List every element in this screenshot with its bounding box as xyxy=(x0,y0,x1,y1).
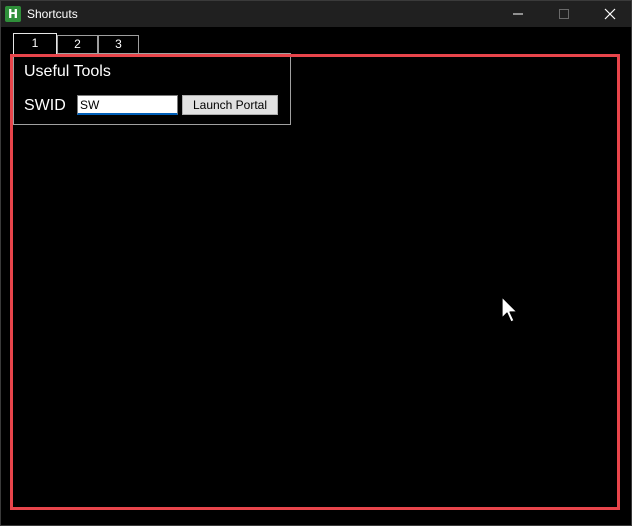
group-title: Useful Tools xyxy=(24,63,111,80)
maximize-button[interactable] xyxy=(541,1,587,27)
window-title: Shortcuts xyxy=(27,7,78,21)
close-button[interactable] xyxy=(587,1,632,27)
app-h-icon: H xyxy=(5,6,21,22)
useful-tools-group: Useful Tools SWID Launch Portal xyxy=(13,53,291,125)
tab-2[interactable]: 2 xyxy=(57,35,98,53)
tab-3[interactable]: 3 xyxy=(98,35,139,53)
launch-portal-button[interactable]: Launch Portal xyxy=(182,95,278,115)
tab-1[interactable]: 1 xyxy=(13,33,57,54)
close-icon xyxy=(604,8,616,20)
minimize-icon xyxy=(513,13,523,15)
client-area: 1 2 3 Useful Tools SWID Launch Portal xyxy=(1,27,631,525)
title-bar[interactable]: H Shortcuts xyxy=(1,1,631,27)
swid-label: SWID xyxy=(24,97,66,114)
minimize-button[interactable] xyxy=(495,1,541,27)
maximize-icon xyxy=(559,9,569,19)
swid-input[interactable] xyxy=(77,95,178,115)
shortcuts-window: H Shortcuts 1 2 3 Useful Tools SWID SW L… xyxy=(0,0,632,526)
